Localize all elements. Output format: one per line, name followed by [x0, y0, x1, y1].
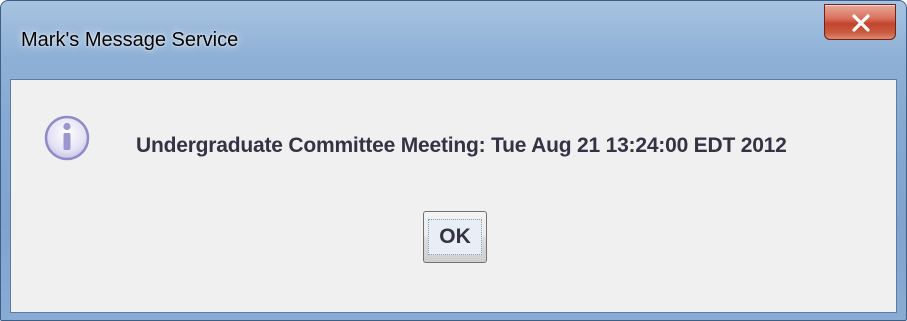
window-title: Mark's Message Service: [21, 29, 239, 51]
dialog-content: Undergraduate Committee Meeting: Tue Aug…: [10, 79, 897, 313]
info-icon: [44, 115, 90, 161]
ok-button[interactable]: OK: [423, 211, 487, 263]
ok-label: OK: [439, 225, 471, 248]
title-bar[interactable]: Mark's Message Service: [1, 1, 906, 65]
message-dialog-window: Mark's Message Service Undergraduate Com…: [0, 0, 907, 321]
ok-focus-ring: OK: [428, 219, 482, 255]
close-button[interactable]: [824, 4, 896, 40]
message-text: Undergraduate Committee Meeting: Tue Aug…: [136, 134, 787, 157]
close-icon: [852, 14, 870, 32]
